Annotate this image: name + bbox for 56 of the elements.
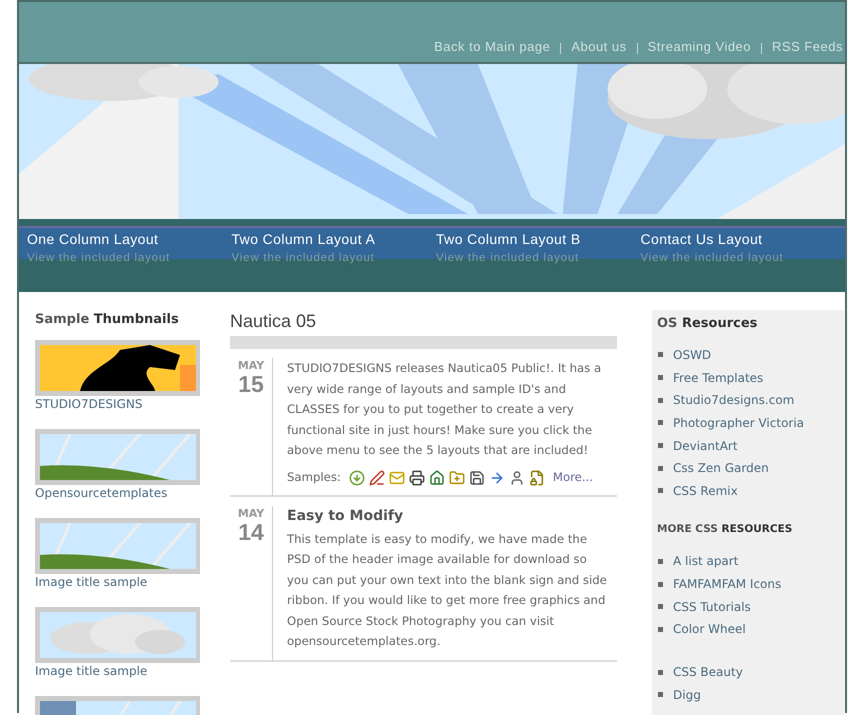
download-icon[interactable] (348, 470, 365, 486)
layout-menu-item[interactable]: One Column Layout View the included layout (27, 228, 232, 268)
lock-file-icon[interactable] (528, 470, 545, 486)
samples-label: Samples: (287, 468, 341, 486)
square-bullet-icon (658, 375, 663, 380)
folder-icon[interactable] (448, 470, 465, 486)
square-bullet-icon (658, 420, 663, 426)
square-bullet-icon (658, 488, 663, 494)
square-bullet-icon (658, 604, 663, 610)
layout-menu-item[interactable]: Two Column Layout B View the included layout (436, 228, 640, 268)
page-title: Nautica 05 (230, 310, 318, 332)
resource-link[interactable]: CSS Remix (673, 482, 738, 500)
square-bullet-icon (658, 582, 663, 587)
resource-link[interactable]: FAMFAMFAM Icons (673, 575, 782, 594)
more-link[interactable]: More... (552, 468, 593, 487)
resource-link[interactable]: Free Templates (673, 368, 764, 387)
resource-link[interactable]: CSS Beauty (673, 663, 743, 682)
square-bullet-icon (658, 352, 663, 358)
user-icon[interactable] (508, 470, 525, 486)
post-text: This template is easy to modify, we have made the PSD of the header image available for download so you can put your own text into the blank sign and side ribbon. If you would like to get more free graphics and Open Source Stock Photography you can visit opensourcetemplates.org. (287, 530, 607, 650)
square-bullet-icon (658, 626, 663, 632)
post-heading: Easy to Modify (287, 506, 404, 526)
section-heading: MORE CSS RESOURCES (657, 522, 794, 538)
resource-link[interactable]: Css Zen Garden (673, 459, 769, 478)
square-bullet-icon (658, 558, 663, 564)
post-day: 15 (238, 372, 264, 396)
post-day: 14 (238, 520, 264, 544)
thumbnail-caption[interactable]: STUDIO7DESIGNS (35, 396, 229, 412)
resource-link[interactable]: DeviantArt (673, 436, 738, 455)
home-icon[interactable] (428, 470, 445, 486)
square-bullet-icon (658, 692, 663, 698)
save-icon[interactable] (468, 470, 485, 486)
resource-link[interactable]: Color Wheel (673, 620, 746, 638)
pen-icon[interactable] (368, 470, 385, 486)
arrow-icon[interactable] (488, 470, 505, 486)
layout-menu-item[interactable]: Two Column Layout A View the included layout (232, 228, 436, 268)
resource-link[interactable]: OSWD (673, 346, 712, 364)
post-month: MAY (238, 506, 264, 520)
resource-link[interactable]: Photographer Victoria (673, 414, 804, 432)
thumbnail-caption[interactable]: Opensourcetemplates (35, 484, 229, 500)
section-heading: Sample Thumbnails (35, 311, 180, 329)
resource-link[interactable]: Studio7designs.com (673, 391, 794, 410)
square-bullet-icon (658, 670, 663, 675)
square-bullet-icon (658, 466, 663, 471)
layout-menu-item[interactable]: Contact Us Layout View the included layout (640, 228, 845, 268)
resource-link[interactable]: Digg (673, 686, 701, 704)
resource-link[interactable]: A list apart (673, 552, 738, 570)
printer-icon[interactable] (408, 470, 425, 486)
thumbnail-caption[interactable]: Image title sample (35, 574, 229, 590)
square-bullet-icon (658, 398, 663, 403)
square-bullet-icon (658, 443, 663, 448)
thumbnail-caption[interactable]: Image title sample (35, 662, 229, 678)
post-month: MAY (238, 359, 264, 372)
section-heading: OS Resources (657, 315, 758, 333)
resource-link[interactable]: CSS Tutorials (673, 598, 751, 616)
post-text: STUDIO7DESIGNS releases Nautica05 Public!. It has a very wide range of layouts and sample ID's and CLASSES for you to put together to create a very functional site in just hours! Make sure you click the above menu to see the 5 layouts that are included! (287, 360, 602, 460)
